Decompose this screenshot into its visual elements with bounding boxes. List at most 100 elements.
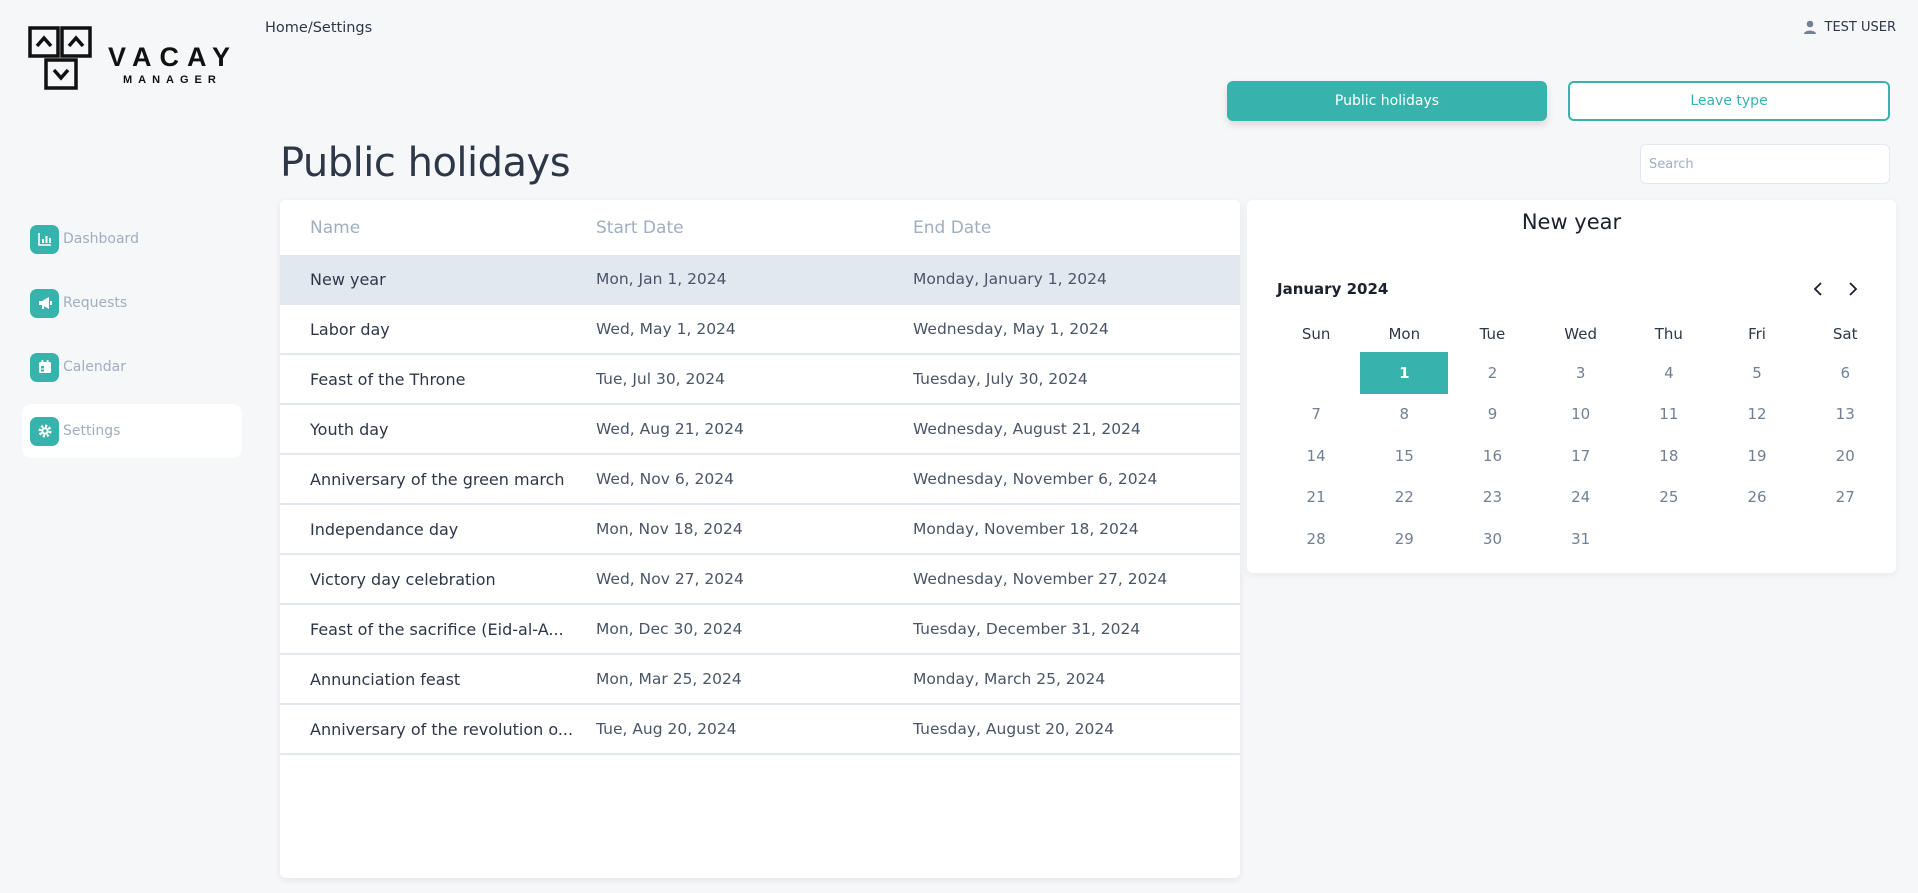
calendar-day[interactable]: 30	[1448, 518, 1536, 560]
tab-leave-type[interactable]: Leave type	[1568, 81, 1890, 121]
end-date-cell: Monday, January 1, 2024	[913, 270, 1107, 288]
previous-month-button[interactable]	[1808, 279, 1828, 299]
next-month-button[interactable]	[1843, 279, 1863, 299]
calendar-day[interactable]: 24	[1537, 477, 1625, 519]
start-date-cell: Mon, Nov 18, 2024	[596, 520, 743, 538]
start-date-cell: Wed, Aug 21, 2024	[596, 420, 744, 438]
calendar-empty-cell	[1713, 518, 1801, 560]
calendar-day[interactable]: 14	[1272, 435, 1360, 477]
sidebar-item-settings[interactable]: Settings	[22, 404, 242, 458]
calendar-day[interactable]: 7	[1272, 394, 1360, 436]
calendar-card: New year January 2024 Sun Mon Tue Wed Thu Fri…	[1247, 200, 1896, 573]
calendar-week-row: 14 15 16 17 18 19 20	[1272, 435, 1890, 477]
calendar-week-row: 7 8 9 10 11 12 13	[1272, 394, 1890, 436]
chevron-right-icon	[1849, 282, 1858, 296]
weekday-label: Mon	[1388, 325, 1421, 343]
table-row[interactable]: Anniversary of the green march Wed, Nov 6…	[280, 455, 1240, 505]
calendar-day[interactable]: 21	[1272, 477, 1360, 519]
calendar-day[interactable]: 15	[1360, 435, 1448, 477]
app-logo[interactable]: VACAY MANAGER	[28, 26, 240, 92]
calendar-day[interactable]: 23	[1448, 477, 1536, 519]
table-row[interactable]: Youth day Wed, Aug 21, 2024 Wednesday, Aug…	[280, 405, 1240, 455]
calendar-week-row: 21 22 23 24 25 26 27	[1272, 477, 1890, 519]
sidebar-item-label: Dashboard	[63, 231, 139, 247]
gear-icon	[30, 416, 59, 446]
calendar-day[interactable]: 11	[1625, 394, 1713, 436]
holiday-name-cell: Annunciation feast	[310, 669, 461, 689]
logo-wordmark: VACAY	[108, 42, 239, 72]
user-icon	[1803, 20, 1817, 35]
calendar-day[interactable]: 22	[1360, 477, 1448, 519]
holiday-name-cell: Independance day	[310, 519, 459, 539]
table-row[interactable]: Feast of the sacrifice (Eid-al-A... Mon, …	[280, 605, 1240, 655]
search-input[interactable]	[1640, 144, 1890, 184]
calendar-week-row: 123456	[1272, 352, 1890, 394]
calendar-day[interactable]: 17	[1537, 435, 1625, 477]
table-row[interactable]: Annunciation feast Mon, Mar 25, 2024 Monda…	[280, 655, 1240, 705]
holiday-name-cell: Anniversary of the green march	[310, 469, 565, 489]
column-header-start-date[interactable]: Start Date	[596, 218, 913, 238]
weekday-label: Thu	[1654, 325, 1683, 343]
sidebar-item-requests[interactable]: Requests	[22, 276, 242, 330]
calendar-day[interactable]: 10	[1537, 394, 1625, 436]
table-header: Name Start Date End Date	[280, 200, 1240, 255]
calendar-day[interactable]: 18	[1625, 435, 1713, 477]
holiday-name-cell: Labor day	[310, 319, 390, 339]
column-header-end-date[interactable]: End Date	[913, 218, 1240, 238]
calendar-day[interactable]: 20	[1801, 435, 1889, 477]
start-date-cell: Tue, Aug 20, 2024	[596, 720, 737, 738]
sidebar-item-label: Requests	[63, 295, 128, 311]
user-menu[interactable]: TEST USER	[1803, 20, 1897, 35]
calendar-day[interactable]: 9	[1448, 394, 1536, 436]
calendar-day[interactable]: 3	[1537, 352, 1625, 394]
calendar-day[interactable]: 12	[1713, 394, 1801, 436]
megaphone-icon	[30, 288, 59, 318]
holiday-name-cell: Victory day celebration	[310, 569, 496, 589]
weekday-label: Sat	[1832, 325, 1858, 343]
breadcrumb[interactable]: Home/Settings	[265, 20, 372, 36]
calendar-day[interactable]: 27	[1801, 477, 1889, 519]
calendar-day[interactable]: 31	[1537, 518, 1625, 560]
table-row[interactable]: Anniversary of the revolution o... Tue, A…	[280, 705, 1240, 755]
holiday-name-cell: Feast of the Throne	[310, 369, 466, 389]
calendar-day[interactable]: 28	[1272, 518, 1360, 560]
end-date-cell: Wednesday, November 6, 2024	[913, 470, 1158, 488]
weekday-label: Tue	[1479, 325, 1506, 343]
calendar-day[interactable]: 26	[1713, 477, 1801, 519]
column-header-name[interactable]: Name	[280, 218, 596, 238]
calendar-day[interactable]: 4	[1625, 352, 1713, 394]
calendar-day[interactable]: 25	[1625, 477, 1713, 519]
sidebar-item-dashboard[interactable]: Dashboard	[22, 212, 242, 266]
table-row[interactable]: Victory day celebration Wed, Nov 27, 2024…	[280, 555, 1240, 605]
user-name: TEST USER	[1824, 20, 1897, 35]
calendar-day[interactable]: 1	[1360, 352, 1449, 394]
calendar-day[interactable]: 13	[1801, 394, 1889, 436]
sidebar-item-calendar[interactable]: Calendar	[22, 340, 242, 394]
table-row[interactable]: New year Mon, Jan 1, 2024 Monday, January …	[280, 255, 1240, 305]
page-title: Public holidays	[280, 140, 571, 186]
weekday-label: Sun	[1301, 325, 1331, 343]
tab-public-holidays[interactable]: Public holidays	[1227, 81, 1547, 121]
chart-bar-icon	[30, 224, 59, 254]
weekday-header-row: Sun Mon Tue Wed Thu Fri Sat	[1272, 316, 1890, 352]
calendar-day[interactable]: 2	[1448, 352, 1536, 394]
calendar-day[interactable]: 19	[1713, 435, 1801, 477]
calendar-grid: Sun Mon Tue Wed Thu Fri Sat 1 2 3 4 5 6 7 8 9 10 11 12 13 14…	[1272, 316, 1890, 560]
chevron-left-icon	[1813, 282, 1822, 296]
calendar-week-row: 28 29 30 31	[1272, 518, 1890, 560]
calendar-empty-cell	[1272, 352, 1360, 394]
calendar-day[interactable]: 6	[1801, 352, 1889, 394]
calendar-event-title: New year	[1521, 210, 1622, 234]
calendar-day[interactable]: 29	[1360, 518, 1448, 560]
calendar-day[interactable]: 8	[1360, 394, 1448, 436]
start-date-cell: Wed, May 1, 2024	[596, 320, 736, 338]
calendar-day[interactable]: 16	[1448, 435, 1536, 477]
table-row[interactable]: Independance day Mon, Nov 18, 2024 Monday,…	[280, 505, 1240, 555]
end-date-cell: Tuesday, December 31, 2024	[913, 620, 1141, 638]
table-row[interactable]: Feast of the Throne Tue, Jul 30, 2024 Tues…	[280, 355, 1240, 405]
calendar-day[interactable]: 5	[1713, 352, 1801, 394]
calendar-icon	[30, 352, 59, 382]
end-date-cell: Tuesday, July 30, 2024	[913, 370, 1088, 388]
start-date-cell: Wed, Nov 27, 2024	[596, 570, 744, 588]
table-row[interactable]: Labor day Wed, May 1, 2024 Wednesday, May …	[280, 305, 1240, 355]
